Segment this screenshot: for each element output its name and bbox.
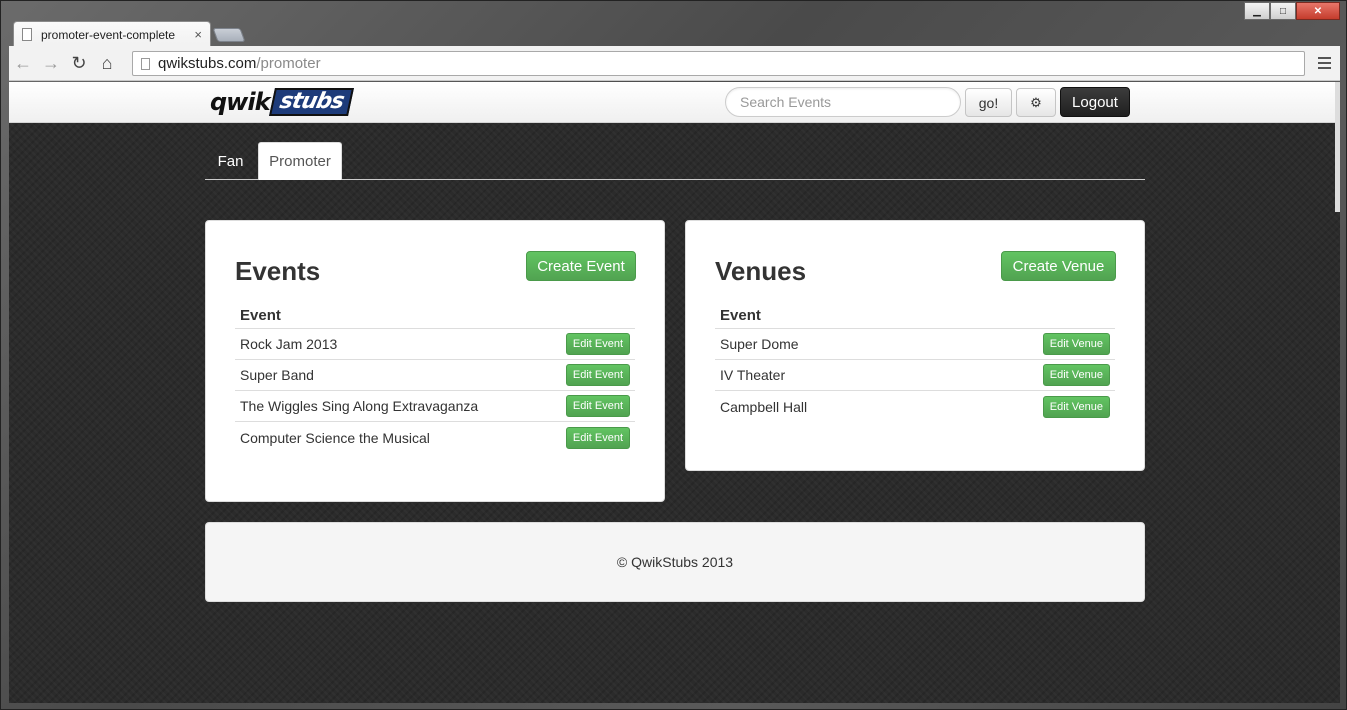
edit-event-button[interactable]: Edit Event (565, 333, 630, 355)
footer-copyright: © QwikStubs 2013 (616, 554, 734, 570)
table-row: IV Theater Edit Venue (715, 360, 1115, 391)
event-name: Rock Jam 2013 (240, 336, 338, 352)
tab-title: promoter-event-complete (41, 27, 176, 42)
gear-icon[interactable]: ⚙ (1016, 88, 1056, 117)
tab-fan[interactable]: Fan (205, 142, 256, 180)
edit-venue-button[interactable]: Edit Venue (1042, 333, 1110, 355)
venues-panel: Venues Create Venue Event Super Dome Edi… (685, 220, 1145, 471)
address-bar[interactable]: qwikstubs.com/promoter (132, 51, 1305, 76)
edit-event-button[interactable]: Edit Event (565, 426, 630, 449)
back-icon[interactable]: ← (9, 50, 37, 76)
table-row: Computer Science the Musical Edit Event (235, 422, 635, 453)
url-path: /promoter (256, 55, 321, 72)
events-table: Event Rock Jam 2013 Edit Event Super Ban… (235, 302, 635, 453)
venues-table: Event Super Dome Edit Venue IV Theater E… (715, 302, 1115, 422)
events-column-header: Event (235, 302, 635, 329)
site-logo[interactable]: qwik stubs (210, 87, 354, 117)
event-name: The Wiggles Sing Along Extravaganza (240, 398, 479, 414)
edit-venue-button[interactable]: Edit Venue (1042, 364, 1110, 386)
maximize-button[interactable]: □ (1270, 2, 1296, 20)
venue-name: Super Dome (720, 336, 799, 352)
logout-button[interactable]: Logout (1060, 87, 1130, 117)
edit-venue-button[interactable]: Edit Venue (1042, 395, 1110, 418)
table-row: Super Dome Edit Venue (715, 329, 1115, 360)
events-panel: Events Create Event Event Rock Jam 2013 … (205, 220, 665, 502)
tab-promoter[interactable]: Promoter (258, 142, 342, 180)
role-tabs: Fan Promoter (205, 142, 1145, 180)
event-name: Super Band (240, 367, 314, 383)
menu-icon[interactable] (1314, 53, 1334, 73)
logo-text-stubs: stubs (268, 88, 354, 116)
events-title: Events (235, 256, 321, 286)
minimize-button[interactable]: ▁ (1244, 2, 1270, 20)
venues-column-header: Event (715, 302, 1115, 329)
forward-icon[interactable]: → (37, 50, 65, 76)
table-row: The Wiggles Sing Along Extravaganza Edit… (235, 391, 635, 422)
edit-event-button[interactable]: Edit Event (565, 395, 630, 417)
event-name: Computer Science the Musical (240, 429, 430, 446)
tab-close-icon[interactable]: × (194, 27, 202, 42)
search-input[interactable] (725, 87, 961, 117)
url-host: qwikstubs.com (158, 55, 257, 72)
browser-toolbar: ← → ↻ ⌂ qwikstubs.com/promoter (9, 46, 1340, 81)
title-bar: promoter-event-complete × ▁ □ ✕ (1, 1, 1346, 47)
browser-window: promoter-event-complete × ▁ □ ✕ ← → ↻ ⌂ … (0, 0, 1347, 710)
table-row: Super Band Edit Event (235, 360, 635, 391)
new-tab-button[interactable] (212, 28, 246, 42)
window-controls: ▁ □ ✕ (1244, 2, 1340, 20)
scrollbar[interactable] (1335, 82, 1340, 212)
close-window-button[interactable]: ✕ (1296, 2, 1340, 20)
page-icon (141, 57, 150, 70)
document-icon (22, 28, 32, 41)
site-navbar: qwik stubs go! ⚙ Logout (9, 82, 1340, 123)
venue-name: IV Theater (720, 367, 786, 383)
logo-text-qwik: qwik (210, 88, 271, 116)
create-venue-button[interactable]: Create Venue (1001, 251, 1116, 281)
table-row: Rock Jam 2013 Edit Event (235, 329, 635, 360)
home-icon[interactable]: ⌂ (93, 50, 121, 76)
reload-icon[interactable]: ↻ (65, 50, 93, 76)
search-go-button[interactable]: go! (965, 88, 1012, 117)
page-viewport: qwik stubs go! ⚙ Logout Fan Promoter Eve… (9, 82, 1340, 703)
edit-event-button[interactable]: Edit Event (565, 364, 630, 386)
venues-title: Venues (715, 256, 807, 286)
browser-tab[interactable]: promoter-event-complete × (13, 21, 211, 47)
create-event-button[interactable]: Create Event (526, 251, 636, 281)
venue-name: Campbell Hall (720, 398, 808, 415)
table-row: Campbell Hall Edit Venue (715, 391, 1115, 422)
page-footer: © QwikStubs 2013 (205, 522, 1145, 602)
